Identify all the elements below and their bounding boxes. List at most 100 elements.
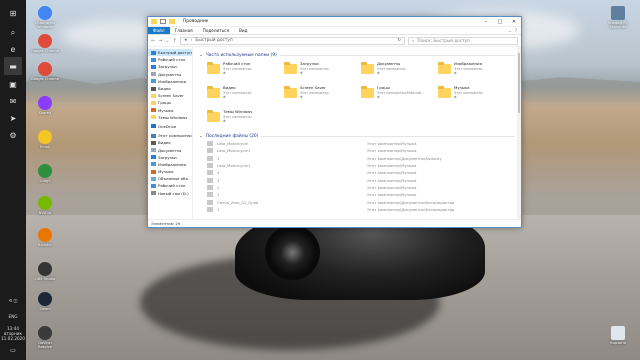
notification-icon[interactable]: ▭ [0, 348, 26, 354]
desktop-icon[interactable]: DaVinci Resolve [31, 326, 59, 349]
recent-file-row[interactable]: Canva_Zoro_01_Quad Этот компьютер\Докумен… [199, 198, 515, 205]
desktop-icon[interactable]: Blender [31, 228, 59, 247]
folder-tile[interactable]: Рабочий стол Этот компьютер ✱ [207, 61, 284, 82]
sidebar-item[interactable]: Темы Windows [148, 114, 192, 121]
folder-icon [284, 62, 297, 74]
file-icon [207, 199, 213, 205]
up-button[interactable]: ↑ [173, 38, 177, 44]
taskbar: ⊞⌕❐e▬▣✉➤⚙ ⟲ ◫ ENG 13:44 вторник 11.02.20… [0, 0, 26, 360]
sidebar-item[interactable]: Screen Saver [148, 92, 192, 99]
frequent-folders-header[interactable]: ⌄ Часто используемые папки (9) [199, 51, 515, 59]
sidebar-folder-icon [151, 183, 156, 188]
language-indicator[interactable]: ENG [0, 314, 26, 319]
desktop-icon-recycle-bin[interactable]: Корзина [604, 326, 632, 345]
forward-button[interactable]: → [158, 38, 162, 44]
tab-file[interactable]: Файл [148, 27, 170, 34]
tab-share[interactable]: Поделиться [198, 27, 234, 34]
desktop-icon-label: Blender [38, 243, 52, 247]
telegram-icon[interactable]: ➤ [4, 109, 22, 127]
sidebar-item[interactable]: Гряцы [148, 99, 192, 106]
recent-file-row[interactable]: 1 Этот компьютер\Документы\Фоторедактор [199, 206, 515, 213]
folder-tile[interactable]: Screen Saver Этот компьютер ✱ [284, 85, 361, 106]
recent-file-row[interactable]: Lata_Motorcycle Этот компьютер\Музыка [199, 140, 515, 147]
recent-file-row[interactable]: 2 Этот компьютер\Музыка [199, 184, 515, 191]
sidebar-item[interactable]: Новый том (D:) [148, 190, 192, 197]
desktop-icon-label: ShareX [38, 111, 52, 115]
close-button[interactable]: ✕ [507, 17, 521, 27]
folder-tile[interactable]: Музыка Этот компьютер ✱ [438, 85, 515, 106]
folder-tile[interactable]: Документы Этот компьютер ✱ [361, 61, 438, 82]
help-icon[interactable]: ? [515, 28, 517, 33]
sidebar-item[interactable]: Этот компьютер [148, 132, 192, 139]
sidebar-item[interactable]: Объемные объ [148, 175, 192, 182]
folder-tile[interactable]: Изображения Этот компьютер ✱ [438, 61, 515, 82]
sidebar-item[interactable]: Изображения [148, 161, 192, 168]
desktop-icon[interactable]: ShareX [31, 96, 59, 115]
refresh-icon[interactable]: ↻ [397, 38, 401, 43]
desktop-icon[interactable]: Emoji [31, 130, 59, 149]
sidebar-item[interactable]: Загрузки [148, 154, 192, 161]
search-box[interactable]: ⌕ Поиск: Быстрый доступ [408, 36, 518, 45]
sidebar-item[interactable]: OneDrive [148, 123, 192, 130]
sidebar-item[interactable]: Видео [148, 85, 192, 92]
sidebar-item[interactable]: Видео [148, 139, 192, 146]
maximize-button[interactable]: □ [493, 17, 507, 27]
properties-icon[interactable] [160, 19, 166, 24]
folder-icon [284, 86, 297, 98]
tray-icons[interactable]: ⟲ ◫ [0, 298, 26, 303]
folder-tile[interactable]: Гряцы Этот компьютер\Рабочий... ✱ [361, 85, 438, 106]
sidebar-item[interactable]: Документы [148, 71, 192, 78]
title-bar[interactable]: Проводник – □ ✕ [148, 17, 521, 27]
explorer-icon[interactable]: ▬ [4, 57, 22, 75]
store-icon[interactable]: ▣ [4, 75, 22, 93]
desktop-icon[interactable]: Snagit [31, 164, 59, 183]
recent-file-row[interactable]: 4 Этот компьютер\Музыка [199, 169, 515, 176]
sidebar-item[interactable]: Документы [148, 146, 192, 153]
sidebar-item[interactable]: Рабочий стол [148, 56, 192, 63]
app-icon [38, 6, 52, 20]
recent-files-header[interactable]: ⌄ Последние файлы (20) [199, 132, 515, 140]
sidebar-item[interactable]: Быстрый доступ [148, 49, 192, 57]
folder-tile[interactable]: Загрузки Этот компьютер ✱ [284, 61, 361, 82]
recent-file-row[interactable]: 1 Этот компьютер\Документы\Audacity [199, 155, 515, 162]
sidebar-item[interactable]: Музыка [148, 168, 192, 175]
folder-icon [361, 62, 374, 74]
recent-file-row[interactable]: 3 Этот компьютер\Музыка [199, 176, 515, 183]
recent-locations-icon[interactable]: ⌄ [165, 38, 169, 44]
desktop-icon-shadow[interactable]: Shadow PC Launcher [604, 6, 632, 29]
folder-location: Этот компьютер [223, 66, 252, 71]
address-bar[interactable]: ★ › Быстрый доступ ↻ [179, 36, 405, 45]
recent-file-row[interactable]: Lata_Motorcycle1 Этот компьютер\Музыка [199, 162, 515, 169]
recent-file-row[interactable]: 1 Этот компьютер\Музыка [199, 191, 515, 198]
start-icon[interactable]: ⊞ [4, 4, 22, 22]
sidebar-item[interactable]: Музыка [148, 107, 192, 114]
car-wheel [265, 225, 320, 280]
tab-view[interactable]: Вид [234, 27, 253, 34]
desktop-icon[interactable]: Steam [31, 292, 59, 311]
folder-tile[interactable]: Видео Этот компьютер ✱ [207, 85, 284, 106]
mail-icon[interactable]: ✉ [4, 92, 22, 110]
sidebar-item[interactable]: Рабочий стол [148, 182, 192, 189]
sidebar-item[interactable]: Изображения [148, 78, 192, 85]
new-folder-icon[interactable] [169, 19, 175, 24]
back-button[interactable]: ← [151, 38, 155, 44]
file-path: Этот компьютер\Документы\Фоторедактор [367, 206, 455, 212]
desktop-icon[interactable]: Chrome for Windows [31, 6, 59, 29]
folder-tile[interactable]: Темы Windows Этот компьютер ✱ [207, 109, 284, 130]
desktop-icon[interactable]: Google Chrome [31, 62, 59, 81]
vertical-scrollbar[interactable] [517, 47, 521, 219]
sidebar-item[interactable]: Загрузки [148, 63, 192, 70]
minimize-button[interactable]: – [479, 17, 493, 27]
tab-home[interactable]: Главная [170, 27, 198, 34]
sidebar-item-label: Музыка [158, 169, 174, 175]
expand-ribbon-icon[interactable]: ⌄ [508, 28, 512, 33]
sidebar-item-label: Изображения [158, 161, 186, 167]
recent-file-row[interactable]: Lata_Motorcycle1 Этот компьютер\Музыка [199, 147, 515, 154]
address-text: Быстрый доступ [195, 38, 233, 43]
settings-icon[interactable]: ⚙ [4, 126, 22, 144]
desktop-icon[interactable]: NVIDIA [31, 196, 59, 215]
desktop-icon[interactable]: OBS Studio [31, 262, 59, 281]
desktop-icon[interactable]: Google Chrome [31, 34, 59, 53]
app-icon [38, 164, 52, 178]
edge-icon[interactable]: e [4, 40, 22, 58]
